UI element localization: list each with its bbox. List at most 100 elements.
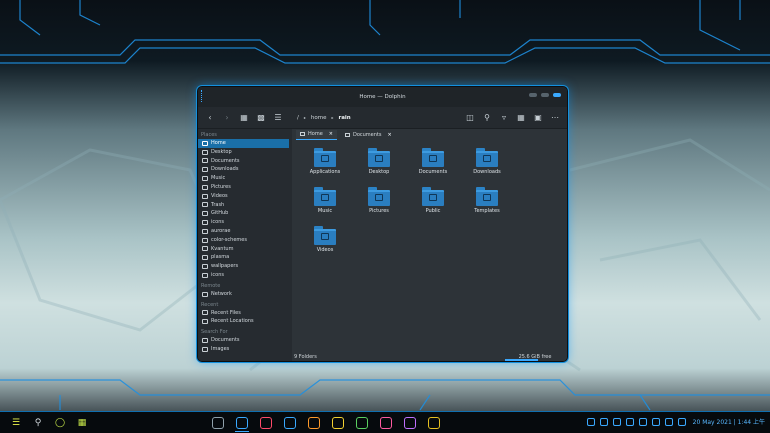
back-icon[interactable]: ‹: [204, 112, 216, 124]
sidebar-item-network[interactable]: Network: [198, 290, 292, 299]
sidebar-item-recent-files[interactable]: Recent Files: [198, 309, 292, 318]
images-icon: [202, 346, 208, 352]
sidebar-item-pictures[interactable]: Pictures: [198, 183, 292, 192]
filter-icon[interactable]: ▿: [498, 112, 510, 124]
details-view-icon[interactable]: ☰: [272, 112, 284, 124]
task-manager: [212, 417, 452, 432]
search-icon[interactable]: ⚲: [32, 417, 44, 429]
dolphin-window: Home — Dolphin ‹ › ▦ ▩ ☰ / ▸ home ▸ rain…: [197, 86, 568, 362]
menu-icon[interactable]: ⋯: [549, 112, 561, 124]
folder-desktop[interactable]: Desktop: [352, 146, 406, 185]
minimize-button[interactable]: [529, 93, 537, 97]
search-icon[interactable]: ⚲: [481, 112, 493, 124]
folder-icon: [202, 246, 208, 252]
dolphin-app-icon[interactable]: [235, 417, 249, 432]
clock[interactable]: 20 May 2021 | 1:44 上午: [693, 417, 765, 426]
circle-app-icon[interactable]: ◯: [54, 417, 66, 429]
breadcrumb-current[interactable]: rain: [338, 115, 350, 121]
desktop-folder-icon: [368, 148, 390, 167]
app-purple-icon[interactable]: [404, 417, 416, 429]
app-green-icon[interactable]: [356, 417, 368, 429]
folder-downloads[interactable]: Downloads: [460, 146, 514, 185]
sidebar-item-plasma[interactable]: plasma: [198, 253, 292, 262]
sidebar-item-music[interactable]: Music: [198, 174, 292, 183]
network-icon: [202, 291, 208, 297]
launcher-icon[interactable]: ☰: [10, 417, 22, 429]
titlebar[interactable]: Home — Dolphin: [198, 87, 567, 107]
folder-label: Applications: [309, 169, 341, 175]
app-yellow-icon[interactable]: [332, 417, 344, 429]
folder-videos[interactable]: Videos: [298, 224, 352, 263]
recent-heading: Recent: [201, 301, 219, 308]
maximize-button[interactable]: [541, 93, 549, 97]
compact-view-icon[interactable]: ▩: [255, 112, 267, 124]
recent-files-icon: [202, 310, 208, 316]
folder-applications[interactable]: Applications: [298, 146, 352, 185]
free-space-bar: [505, 359, 538, 361]
tray-2-icon[interactable]: [599, 417, 608, 426]
toolbar: ‹ › ▦ ▩ ☰ / ▸ home ▸ rain ◫ ⚲ ▿ ▦ ▣ ⋯: [198, 107, 567, 129]
documents-icon: [202, 338, 208, 344]
public-folder-icon: [422, 187, 444, 206]
icons-view-icon[interactable]: ▦: [238, 112, 250, 124]
breadcrumb-root[interactable]: /: [297, 115, 299, 121]
app-red-icon[interactable]: [260, 417, 272, 429]
sidebar-item-label: Desktop: [211, 148, 232, 155]
grid-icon[interactable]: ▦: [515, 112, 527, 124]
tray-8-icon[interactable]: [677, 417, 686, 426]
sidebar-item-label: icons: [211, 271, 224, 278]
close-tab-icon[interactable]: ×: [329, 131, 333, 137]
sidebar-item-label: Music: [211, 175, 226, 182]
preview-icon[interactable]: ▣: [532, 112, 544, 124]
sidebar-item-label: Trash: [211, 201, 225, 208]
breadcrumb-home[interactable]: home: [311, 115, 327, 121]
sidebar-item-trash[interactable]: Trash: [198, 201, 292, 210]
sidebar-item-images[interactable]: Images: [198, 345, 292, 354]
applications-folder-icon: [314, 148, 336, 167]
folder-templates[interactable]: Templates: [460, 185, 514, 224]
sidebar-item-home[interactable]: Home: [198, 139, 289, 148]
home-icon: [202, 140, 208, 146]
sidebar-item-kvantum[interactable]: Kvantum: [198, 245, 292, 254]
sidebar-item-icons[interactable]: icons: [198, 218, 292, 227]
app-gold-icon[interactable]: [428, 417, 440, 429]
downloads-icon: [202, 167, 208, 173]
folder-pictures[interactable]: Pictures: [352, 185, 406, 224]
tray-5-icon[interactable]: [638, 417, 647, 426]
tray-1-icon[interactable]: [586, 417, 595, 426]
close-tab-icon[interactable]: ×: [387, 132, 391, 138]
sidebar-item-documents[interactable]: Documents: [198, 336, 292, 345]
tab-home[interactable]: Home ×: [296, 129, 337, 140]
pictures-folder-icon: [368, 187, 390, 206]
sidebar-item-aurorae[interactable]: aurorae: [198, 227, 292, 236]
sidebar-item-github[interactable]: GitHub: [198, 209, 292, 218]
sidebar-item-label: Recent Files: [211, 309, 241, 316]
sidebar-item-videos[interactable]: Videos: [198, 192, 292, 201]
chip-icon[interactable]: ▦: [76, 417, 88, 429]
tray-4-icon[interactable]: [625, 417, 634, 426]
tab-documents[interactable]: Documents ×: [341, 130, 396, 140]
file-view: Home × Documents × Applications Desktop Docum…: [292, 129, 567, 361]
sidebar-item-documents[interactable]: Documents: [198, 157, 292, 166]
folder-count: 9 Folders: [294, 354, 317, 360]
tray-7-icon[interactable]: [664, 417, 673, 426]
tray-6-icon[interactable]: [651, 417, 660, 426]
sidebar-item-color-schemes[interactable]: color-schemes: [198, 236, 292, 245]
tray-3-icon[interactable]: [612, 417, 621, 426]
sidebar-item-desktop[interactable]: Desktop: [198, 148, 292, 157]
close-button[interactable]: [553, 93, 561, 97]
folder-music[interactable]: Music: [298, 185, 352, 224]
app-blue-icon[interactable]: [284, 417, 296, 429]
split-icon[interactable]: ◫: [464, 112, 476, 124]
folder-documents[interactable]: Documents: [406, 146, 460, 185]
forward-icon[interactable]: ›: [221, 112, 233, 124]
recent-list: Recent Files Recent Locations: [198, 309, 292, 327]
folder-public[interactable]: Public: [406, 185, 460, 224]
sidebar-item-recent-locations[interactable]: Recent Locations: [198, 317, 292, 326]
sidebar-item-wallpapers[interactable]: wallpapers: [198, 262, 292, 271]
app-pink-icon[interactable]: [380, 417, 392, 429]
settings-app-icon[interactable]: [212, 417, 224, 429]
app-orange-icon[interactable]: [308, 417, 320, 429]
sidebar-item-downloads[interactable]: Downloads: [198, 165, 292, 174]
sidebar-item-icons[interactable]: icons: [198, 271, 292, 280]
